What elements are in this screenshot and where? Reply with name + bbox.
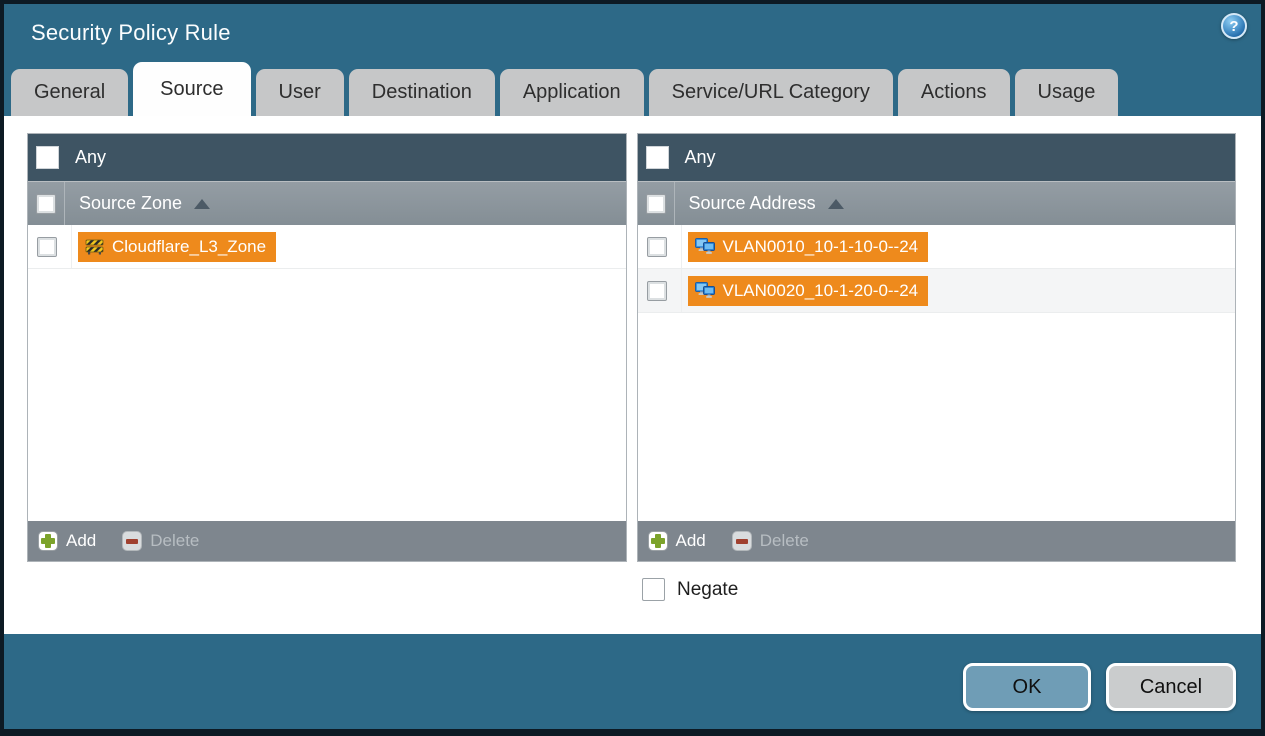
zone-icon — [85, 239, 104, 255]
tab-user[interactable]: User — [255, 69, 344, 116]
source-address-any-label: Any — [684, 147, 716, 167]
tab-bar: General Source User Destination Applicat… — [4, 62, 1261, 116]
panels-container: Any Source Zone Cloudflare_L3_Zone Add D… — [27, 133, 1236, 562]
negate-label: Negate — [677, 578, 739, 600]
minus-icon — [731, 531, 752, 551]
dialog-footer: OK Cancel — [4, 634, 1261, 729]
network-address-icon — [694, 238, 715, 255]
row-checkbox-cell — [638, 225, 682, 268]
source-zone-footer: Add Delete — [28, 521, 626, 561]
add-label: Add — [66, 531, 97, 550]
plus-icon — [38, 531, 58, 551]
table-row[interactable]: Cloudflare_L3_Zone — [28, 225, 626, 269]
source-address-panel: Any Source Address VLAN0010_10-1-10-0--2… — [636, 133, 1236, 562]
source-zone-panel: Any Source Zone Cloudflare_L3_Zone Add D… — [27, 133, 627, 562]
security-policy-rule-dialog: Security Policy Rule ? General Source Us… — [0, 0, 1265, 736]
source-address-column-label: Source Address — [688, 193, 816, 213]
source-address-footer: Add Delete — [637, 521, 1235, 561]
tab-destination[interactable]: Destination — [348, 69, 495, 116]
tab-source[interactable]: Source — [133, 62, 251, 116]
network-address-icon — [694, 282, 715, 299]
row-checkbox[interactable] — [646, 280, 667, 301]
negate-row: Negate — [642, 578, 1236, 601]
source-address-select-all-checkbox[interactable] — [645, 193, 666, 214]
tab-actions[interactable]: Actions — [897, 69, 1010, 116]
table-row[interactable]: VLAN0020_10-1-20-0--24 — [637, 269, 1235, 313]
source-zone-any-checkbox[interactable] — [36, 146, 59, 169]
add-label: Add — [675, 531, 706, 550]
tab-usage[interactable]: Usage — [1014, 69, 1119, 116]
title-bar: Security Policy Rule ? — [4, 4, 1261, 62]
source-address-column-header[interactable]: Source Address — [637, 181, 1235, 225]
source-address-any-checkbox[interactable] — [645, 146, 669, 169]
source-zone-column-header[interactable]: Source Zone — [28, 181, 626, 225]
column-separator — [64, 182, 65, 225]
source-zone-column-label: Source Zone — [79, 193, 183, 213]
address-tag[interactable]: VLAN0020_10-1-20-0--24 — [687, 275, 929, 306]
help-icon[interactable]: ? — [1221, 13, 1247, 39]
tab-general[interactable]: General — [11, 69, 129, 116]
column-separator — [673, 182, 675, 225]
zone-name: Cloudflare_L3_Zone — [112, 236, 267, 256]
negate-checkbox[interactable] — [642, 578, 665, 601]
delete-label: Delete — [759, 531, 809, 550]
row-checkbox-cell — [28, 225, 72, 268]
cancel-button[interactable]: Cancel — [1106, 663, 1236, 711]
address-name: VLAN0010_10-1-10-0--24 — [722, 236, 919, 256]
source-zone-any-label: Any — [75, 147, 107, 167]
address-name: VLAN0020_10-1-20-0--24 — [722, 280, 919, 300]
plus-icon — [647, 531, 668, 551]
add-button[interactable]: Add — [647, 531, 706, 551]
zone-tag[interactable]: Cloudflare_L3_Zone — [78, 231, 277, 262]
source-zone-rows: Cloudflare_L3_Zone — [28, 225, 626, 521]
row-checkbox-cell — [638, 269, 682, 312]
add-button[interactable]: Add — [38, 531, 96, 551]
row-checkbox[interactable] — [646, 236, 667, 257]
source-zone-select-all-checkbox[interactable] — [36, 193, 56, 214]
minus-icon — [122, 531, 143, 551]
delete-button[interactable]: Delete — [731, 531, 809, 551]
sort-ascending-icon — [827, 198, 844, 209]
source-zone-any-header: Any — [28, 134, 626, 181]
sort-ascending-icon — [194, 198, 211, 209]
table-row[interactable]: VLAN0010_10-1-10-0--24 — [637, 225, 1235, 269]
source-tab-content: Any Source Zone Cloudflare_L3_Zone Add D… — [4, 116, 1261, 634]
ok-button[interactable]: OK — [963, 663, 1091, 711]
source-address-rows: VLAN0010_10-1-10-0--24 VLAN0020_10-1-20-… — [637, 225, 1235, 521]
delete-label: Delete — [150, 531, 200, 550]
tab-service-url-category[interactable]: Service/URL Category — [648, 69, 893, 116]
delete-button[interactable]: Delete — [122, 531, 199, 551]
dialog-title: Security Policy Rule — [31, 20, 231, 45]
row-checkbox[interactable] — [37, 236, 57, 257]
tab-application[interactable]: Application — [499, 69, 644, 116]
source-address-any-header: Any — [637, 134, 1235, 181]
address-tag[interactable]: VLAN0010_10-1-10-0--24 — [687, 231, 929, 262]
